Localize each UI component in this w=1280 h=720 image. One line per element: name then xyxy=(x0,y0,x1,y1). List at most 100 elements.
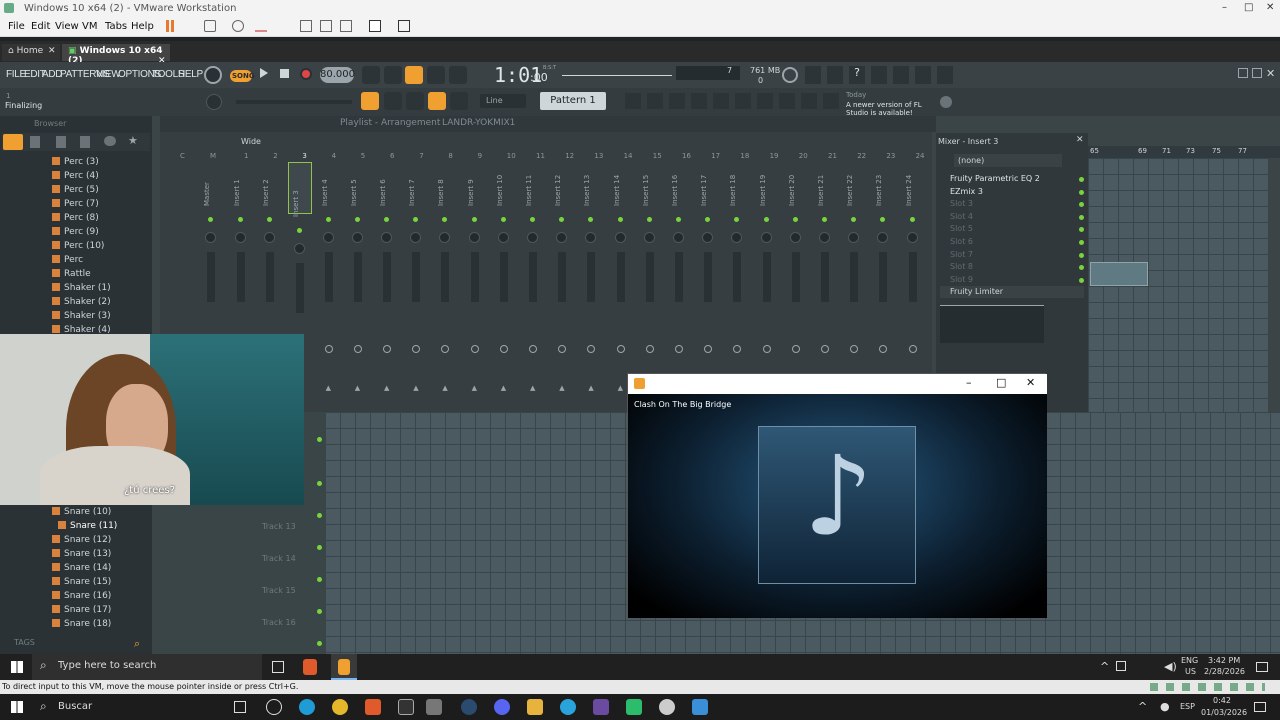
mixer-channel-insert[interactable]: Insert 6 ▲ xyxy=(376,152,400,402)
mixer-send-arrow[interactable]: ▲ xyxy=(326,384,331,392)
mixer-channel-insert[interactable]: Insert 7 ▲ xyxy=(405,152,429,402)
cloud-icon[interactable] xyxy=(801,93,817,109)
browser-item[interactable]: Shaker (2) xyxy=(52,297,111,307)
mixer-enable-led[interactable] xyxy=(676,217,681,222)
mixer-send-arrow[interactable]: ▲ xyxy=(472,384,477,392)
mixer-fader[interactable] xyxy=(791,252,800,302)
loop-record-icon[interactable] xyxy=(449,66,467,84)
fx-slot[interactable]: Slot 8 xyxy=(940,261,1084,273)
mixer-enable-led[interactable] xyxy=(325,217,331,222)
media-minimize-button[interactable]: – xyxy=(966,376,972,389)
mixer-enable-led[interactable] xyxy=(442,217,448,222)
mixer-enable-led[interactable] xyxy=(500,217,506,222)
mixer-pan-knob[interactable] xyxy=(643,232,655,243)
host-search-icon[interactable]: ⌕ xyxy=(40,699,47,714)
mixer-route-ring[interactable] xyxy=(324,345,333,353)
browser-favorites-icon[interactable]: ★ xyxy=(128,134,138,147)
fl-minimize-button[interactable] xyxy=(1238,68,1248,78)
maximize-button[interactable]: □ xyxy=(1244,2,1253,13)
mixer-route-ring[interactable] xyxy=(383,345,391,353)
mixer-pan-knob[interactable] xyxy=(468,232,480,243)
mixer-enable-led[interactable] xyxy=(530,217,535,222)
vm-clock-time[interactable]: 3:42 PM xyxy=(1208,656,1240,665)
revert-icon[interactable] xyxy=(232,20,244,32)
browser-item[interactable]: Perc (7) xyxy=(52,199,99,209)
vm-clock-date[interactable]: 2/28/2026 xyxy=(1204,667,1245,676)
menu-view[interactable]: View xyxy=(55,21,79,32)
media-maximize-button[interactable]: □ xyxy=(996,376,1006,389)
mixer-send-arrow[interactable]: ▲ xyxy=(442,384,447,392)
mixer-channel-insert[interactable]: Insert 15▲ xyxy=(639,152,663,402)
track-mute-led[interactable] xyxy=(317,481,322,486)
mixer-pan-knob[interactable] xyxy=(760,232,772,243)
mixer-enable-led[interactable] xyxy=(471,217,477,222)
mixer-enable-led[interactable] xyxy=(880,217,886,222)
mixer-send-arrow[interactable]: ▲ xyxy=(530,384,535,392)
vm-search-box[interactable]: ⌕ Type here to search xyxy=(32,654,262,680)
brave-icon[interactable] xyxy=(303,659,317,675)
browser-item[interactable]: Snare (17) xyxy=(52,605,111,615)
fx-slot[interactable]: EZmix 3 xyxy=(940,186,1084,198)
fx-slot-led[interactable] xyxy=(1079,277,1084,283)
mixer-route-ring[interactable] xyxy=(558,345,567,353)
mixer-route-ring[interactable] xyxy=(587,345,596,353)
mixer-channel-insert[interactable]: Insert 21▲ xyxy=(814,152,838,402)
countdown-icon[interactable] xyxy=(405,66,423,84)
mixer-route-ring[interactable] xyxy=(470,345,479,353)
mixer-fader[interactable] xyxy=(441,252,450,302)
host-mic-icon[interactable]: ● xyxy=(1160,700,1170,713)
browser-item[interactable]: Perc (4) xyxy=(52,171,99,181)
fl-restore-button[interactable] xyxy=(1252,68,1262,78)
close-tab-icon[interactable]: ✕ xyxy=(48,46,56,56)
host-search-placeholder[interactable]: Buscar xyxy=(58,701,92,712)
browser-item[interactable]: Shaker (1) xyxy=(52,283,111,293)
mixer-enable-led[interactable] xyxy=(297,228,303,233)
stamp-icon[interactable] xyxy=(450,92,468,110)
paint-tool-icon[interactable] xyxy=(406,92,424,110)
fx-slot[interactable]: Fruity Parametric EQ 2 xyxy=(940,173,1084,185)
browser-item[interactable]: Snare (15) xyxy=(52,577,111,587)
store-icon[interactable] xyxy=(823,93,839,109)
mixer-channel-insert[interactable]: Insert 18▲ xyxy=(726,152,750,402)
vm-lang[interactable]: ENG xyxy=(1181,656,1198,665)
mixer-pan-knob[interactable] xyxy=(264,232,276,243)
browser-item[interactable]: Snare (16) xyxy=(52,591,111,601)
mixer-route-ring[interactable] xyxy=(879,345,888,353)
host-clock-date[interactable]: 01/03/2026 xyxy=(1201,708,1247,717)
browser-item[interactable]: Snare (18) xyxy=(52,619,111,629)
stretch-icon[interactable] xyxy=(398,20,410,32)
mixer-send-arrow[interactable]: ▲ xyxy=(501,384,506,392)
mixer-enable-led[interactable] xyxy=(267,217,273,222)
network-icon[interactable] xyxy=(1116,661,1126,671)
microphone-icon[interactable] xyxy=(827,66,843,84)
mixer-pan-knob[interactable] xyxy=(497,232,509,243)
metronome-icon[interactable] xyxy=(362,66,380,84)
mixer-pan-knob[interactable] xyxy=(906,232,918,243)
mixer-enable-led[interactable] xyxy=(354,217,360,222)
mixer-enable-led[interactable] xyxy=(413,217,419,222)
record-button[interactable] xyxy=(300,68,312,80)
mixer-channel-insert[interactable]: Insert 24▲ xyxy=(902,152,926,402)
mixer-channel-insert[interactable]: Insert 23▲ xyxy=(872,152,896,402)
app-icon[interactable] xyxy=(593,699,609,715)
mixer-enable-led[interactable] xyxy=(646,217,652,222)
pause-icon[interactable] xyxy=(166,20,174,32)
browser-plugins-icon[interactable] xyxy=(80,136,90,148)
save-icon[interactable] xyxy=(871,66,887,84)
view-console-icon[interactable] xyxy=(300,20,312,32)
mixer-route-ring[interactable] xyxy=(353,345,362,353)
browser-item[interactable]: Snare (14) xyxy=(52,563,111,573)
mixer-fader[interactable] xyxy=(529,252,537,302)
mixer-route-ring[interactable] xyxy=(616,345,625,353)
chrome-icon[interactable] xyxy=(332,699,348,715)
fullscreen-icon[interactable] xyxy=(340,20,352,32)
browser-item[interactable]: Snare (12) xyxy=(52,535,111,545)
mixer-route-ring[interactable] xyxy=(675,345,683,353)
mixer-channel-insert[interactable]: Insert 13 ▲ xyxy=(580,152,604,402)
tab-vm[interactable]: ▣ Windows 10 x64 (2) ✕ xyxy=(62,44,170,66)
volume-icon[interactable]: ◀) xyxy=(1164,660,1177,673)
fx-slot-led[interactable] xyxy=(1079,177,1084,182)
mixer-enable-led[interactable] xyxy=(384,217,389,222)
fx-slot-led[interactable] xyxy=(1079,240,1084,245)
browser-item[interactable]: Rattle xyxy=(52,269,91,279)
